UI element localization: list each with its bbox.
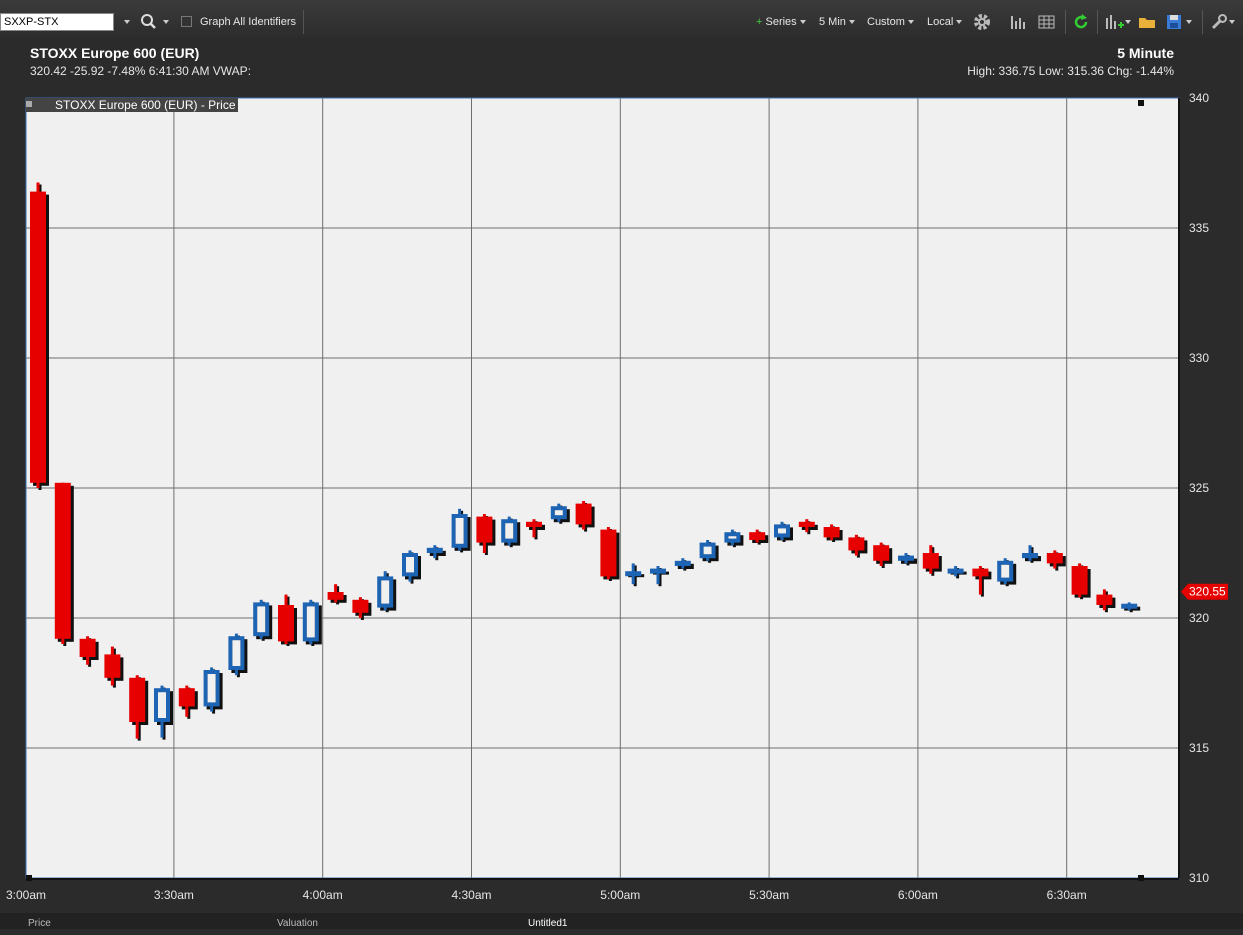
candle-body-hollow xyxy=(455,518,464,544)
candle-body xyxy=(575,503,592,525)
x-tick-label: 5:00am xyxy=(600,888,640,902)
candle-body xyxy=(104,654,121,678)
legend-swatch xyxy=(26,101,32,107)
candle-body xyxy=(352,599,369,613)
candle-body xyxy=(129,677,146,722)
tab-valuation[interactable]: Valuation xyxy=(277,913,318,929)
candle-body xyxy=(798,521,815,527)
candle-body xyxy=(922,553,939,569)
candle-body xyxy=(476,516,493,543)
candle-body xyxy=(426,547,443,553)
candle-body xyxy=(947,568,964,574)
candle-body-hollow xyxy=(554,510,563,516)
candle-body-hollow xyxy=(232,640,241,666)
candle-body xyxy=(278,605,294,642)
legend-label: STOXX Europe 600 (EUR) - Price xyxy=(55,98,236,112)
candle-body-hollow xyxy=(1001,564,1010,578)
candle-body xyxy=(898,555,914,561)
y-tick-label: 335 xyxy=(1189,221,1209,235)
candle-body-hollow xyxy=(306,606,315,638)
last-price-label: 320.55 xyxy=(1189,585,1226,599)
candle-body xyxy=(650,568,666,574)
x-tick-label: 4:30am xyxy=(451,888,491,902)
candle xyxy=(203,667,223,714)
y-tick-label: 330 xyxy=(1189,351,1209,365)
x-tick-label: 6:30am xyxy=(1047,888,1087,902)
x-tick-label: 4:00am xyxy=(303,888,343,902)
candle-body xyxy=(823,527,840,538)
candle-body xyxy=(1121,603,1138,609)
candle-body-hollow xyxy=(381,580,390,604)
x-tick-label: 6:00am xyxy=(898,888,938,902)
candle-body-hollow xyxy=(158,692,166,718)
candle-body xyxy=(600,529,617,577)
candle-body-hollow xyxy=(778,528,786,534)
candle-body xyxy=(54,482,71,639)
tab-untitled1[interactable]: Untitled1 xyxy=(528,913,567,929)
y-tick-label: 320 xyxy=(1189,611,1209,625)
candle-body-hollow xyxy=(406,557,414,573)
candle-body xyxy=(749,532,766,540)
candle-body-hollow xyxy=(703,546,712,555)
y-tick-label: 340 xyxy=(1189,91,1209,105)
candle xyxy=(600,527,620,581)
candle-body xyxy=(178,688,195,707)
y-tick-label: 325 xyxy=(1189,481,1209,495)
corner-marker xyxy=(26,875,32,881)
candle-body xyxy=(327,592,344,600)
candle-body-hollow xyxy=(207,674,216,703)
tab-price[interactable]: Price xyxy=(28,913,51,929)
price-chart[interactable]: 310 315 320 325 330 335 340 3:00am 3:30am 4:00am 4… xyxy=(0,0,1243,929)
candle xyxy=(228,633,248,678)
candle-body xyxy=(848,537,865,551)
y-tick-label: 315 xyxy=(1189,741,1209,755)
bottom-tab-bar: Price Valuation Untitled1 xyxy=(0,913,1243,929)
legend: STOXX Europe 600 (EUR) - Price xyxy=(26,98,238,112)
candle-body xyxy=(625,571,642,577)
x-tick-label: 5:30am xyxy=(749,888,789,902)
candle-body xyxy=(674,560,691,566)
x-tick-label: 3:30am xyxy=(154,888,194,902)
candle-body xyxy=(1096,594,1113,605)
candle-body xyxy=(1071,566,1088,595)
candle-body xyxy=(30,191,46,483)
candle-body xyxy=(972,568,989,577)
candle xyxy=(302,599,322,646)
candle-body xyxy=(526,521,542,527)
corner-marker xyxy=(1138,100,1144,106)
candle-body xyxy=(1022,553,1038,559)
candle xyxy=(54,482,74,646)
candle-body xyxy=(873,545,890,561)
candle-body-hollow xyxy=(505,523,514,539)
candle-body xyxy=(1046,553,1063,564)
candle-body-hollow xyxy=(257,606,266,633)
y-tick-label: 310 xyxy=(1189,871,1209,885)
candle-body-hollow xyxy=(728,536,737,539)
last-price-tag: 320.55 xyxy=(1181,583,1228,600)
x-tick-label: 3:00am xyxy=(6,888,46,902)
corner-marker xyxy=(1138,875,1144,881)
candle xyxy=(30,182,49,490)
candle-body xyxy=(79,638,96,657)
candle xyxy=(253,599,273,641)
